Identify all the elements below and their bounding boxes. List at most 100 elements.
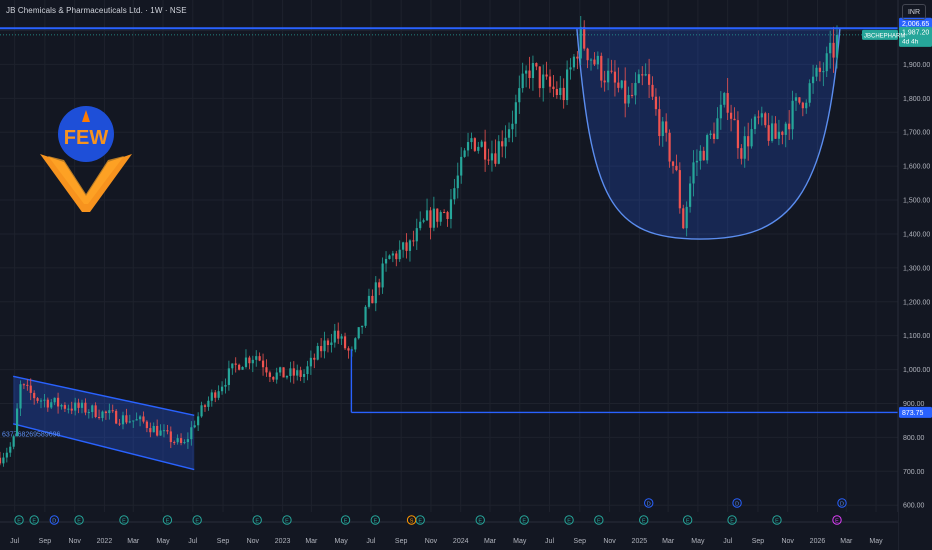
earnings-marker-letter: E xyxy=(775,519,779,525)
candle-body xyxy=(70,408,73,411)
candle-body xyxy=(169,431,172,443)
candle-body xyxy=(446,212,449,219)
candle-body xyxy=(84,402,87,413)
candle-body xyxy=(764,113,767,126)
candle-body xyxy=(220,386,224,392)
candle-body xyxy=(415,228,418,242)
candle-body xyxy=(473,138,476,151)
candle-body xyxy=(299,370,302,377)
candle-body xyxy=(600,55,603,81)
candle-body xyxy=(490,153,494,161)
candle-body xyxy=(569,67,572,70)
candle-body xyxy=(176,438,179,443)
earnings-marker-letter: E xyxy=(597,519,601,525)
time-tick-label: 2024 xyxy=(453,538,469,545)
candle-body xyxy=(678,170,681,209)
symbol-title[interactable]: JB Chemicals & Pharmaceuticals Ltd. · 1W… xyxy=(6,6,187,15)
time-tick-label: May xyxy=(513,538,527,545)
candle-body xyxy=(607,70,610,83)
price-chart[interactable]: 637768269589696 600.00700.00800.00900.00… xyxy=(0,0,932,550)
candle-body xyxy=(706,135,709,161)
candle-body xyxy=(521,73,524,89)
candle-body xyxy=(470,138,473,143)
candle-body xyxy=(443,212,446,214)
candle-body xyxy=(234,363,237,365)
price-tick-label: 1,700.00 xyxy=(903,130,930,137)
currency-badge[interactable]: INR xyxy=(902,4,926,20)
candle-body xyxy=(736,120,740,149)
candle-body xyxy=(67,408,70,410)
candle-body xyxy=(203,405,207,407)
candle-body xyxy=(91,405,94,413)
candle-body xyxy=(128,421,131,423)
candle-body xyxy=(627,94,630,104)
candle-body xyxy=(313,357,316,360)
time-axis[interactable]: Jul Sep Nov 2022 Mar May Jul Sep Nov 2023 Mar May Ju… xyxy=(0,512,898,550)
cup-pattern[interactable] xyxy=(576,28,841,240)
candle-body xyxy=(159,430,162,436)
candle-body xyxy=(74,402,77,411)
candle-body xyxy=(463,150,466,157)
candle-body xyxy=(63,405,67,409)
earnings-marker-letter: E xyxy=(835,519,839,525)
candle-body xyxy=(156,425,159,436)
candle-body xyxy=(805,102,808,109)
candle-body xyxy=(60,405,63,407)
candle-body xyxy=(716,118,719,140)
candle-body xyxy=(371,295,374,304)
candle-body xyxy=(507,129,511,138)
candle-body xyxy=(241,366,244,370)
candle-body xyxy=(111,410,114,412)
candle-body xyxy=(712,133,716,140)
price-tick-label: 1,900.00 xyxy=(903,62,930,69)
price-tick-label: 1,200.00 xyxy=(903,299,930,306)
earnings-marker-letter: E xyxy=(567,519,571,525)
candle-body xyxy=(432,208,435,228)
candle-body xyxy=(29,385,32,393)
price-tick-label: 1,300.00 xyxy=(903,265,930,272)
candle-body xyxy=(572,56,576,68)
candle-body xyxy=(173,442,176,444)
candle-body xyxy=(384,258,388,264)
time-tick-label: Sep xyxy=(217,538,230,545)
earnings-marker-letter: E xyxy=(478,519,482,525)
earnings-marker-letter: E xyxy=(166,519,170,525)
price-axis[interactable]: 600.00700.00800.00900.001,000.001,100.00… xyxy=(897,0,932,550)
candle-body xyxy=(801,102,804,109)
time-tick-label: Mar xyxy=(305,538,318,545)
candle-body xyxy=(405,242,408,251)
time-tick-label: Jul xyxy=(188,538,197,545)
candle-body xyxy=(654,96,658,110)
candle-body xyxy=(596,55,599,65)
candle-body xyxy=(53,397,56,403)
earnings-marker-letter: E xyxy=(373,519,377,525)
candle-body xyxy=(818,67,822,72)
candle-body xyxy=(275,372,278,380)
candle-body xyxy=(279,367,282,373)
earnings-marker-letter: E xyxy=(522,519,526,525)
candle-body xyxy=(825,53,828,72)
candle-body xyxy=(272,376,275,380)
candle-body xyxy=(514,102,517,124)
dividend-marker-letter: D xyxy=(840,502,844,508)
candle-body xyxy=(528,70,531,79)
candle-body xyxy=(675,165,678,171)
time-tick-label: Sep xyxy=(39,538,52,545)
candle-body xyxy=(552,86,555,90)
candle-body xyxy=(647,74,651,85)
chart-root[interactable]: 637768269589696 600.00 700.00 800.00 900.00… xyxy=(0,0,932,550)
candle-body xyxy=(138,416,142,420)
candle-body xyxy=(808,83,811,103)
time-tick-label: Mar xyxy=(484,538,497,545)
candle-body xyxy=(436,208,439,222)
logo-text: FEW xyxy=(64,127,109,149)
candle-body xyxy=(610,70,613,72)
candle-body xyxy=(316,346,319,360)
time-tick-label: Mar xyxy=(840,538,853,545)
candle-body xyxy=(378,282,381,288)
time-tick-label: Nov xyxy=(425,538,438,545)
candle-body xyxy=(791,100,794,130)
candle-body xyxy=(576,56,579,59)
time-tick-label: Jul xyxy=(723,538,732,545)
candle-body xyxy=(439,212,442,222)
